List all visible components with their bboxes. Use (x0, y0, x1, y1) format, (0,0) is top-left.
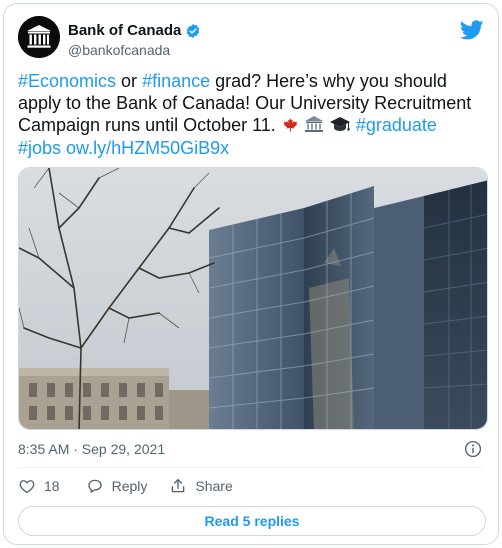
maple-leaf-icon (281, 116, 299, 135)
read-replies-button[interactable]: Read 5 replies (18, 506, 486, 536)
bank-building-logo (18, 16, 60, 58)
hashtag-graduate[interactable]: #graduate (356, 115, 437, 135)
share-icon (172, 478, 185, 493)
avatar[interactable] (18, 16, 60, 58)
info-icon[interactable] (464, 440, 482, 458)
divider (18, 467, 484, 468)
share-button[interactable]: Share (169, 477, 233, 495)
like-button[interactable]: 18 (18, 477, 64, 495)
tweet-timestamp[interactable]: 8:35 AM · Sep 29, 2021 (18, 441, 165, 457)
hashtag-economics[interactable]: #Economics (18, 71, 116, 91)
account-name[interactable]: Bank of Canada (68, 22, 201, 39)
share-label: Share (195, 478, 233, 494)
graduation-cap-icon (329, 115, 351, 135)
read-replies-label: Read 5 replies (204, 513, 300, 529)
account-name-text[interactable]: Bank of Canada (68, 22, 181, 39)
verified-badge-icon (187, 23, 200, 38)
reply-bubble-icon (87, 479, 102, 493)
hashtag-jobs[interactable]: #jobs (18, 138, 61, 158)
tweet-card: Bank of Canada @bankofcanada #Economics … (3, 3, 499, 545)
heart-icon (19, 480, 35, 494)
reply-button[interactable]: Reply (86, 477, 148, 495)
tweet-media-image[interactable] (18, 167, 488, 430)
account-handle[interactable]: @bankofcanada (68, 42, 170, 58)
office-buildings-photo (19, 168, 487, 429)
like-count: 18 (44, 478, 60, 494)
tweet-link[interactable]: ow.ly/hHZM50GiB9x (66, 138, 229, 158)
reply-label: Reply (111, 478, 148, 494)
twitter-bird-icon[interactable] (460, 18, 484, 42)
bank-building-icon (304, 115, 324, 135)
tweet-text-or: or (116, 71, 143, 91)
tweet-actions: 18 Reply Share (18, 476, 255, 496)
tweet-text: #Economics or #finance grad? Here’s why … (18, 70, 488, 159)
hashtag-finance[interactable]: #finance (142, 71, 210, 91)
